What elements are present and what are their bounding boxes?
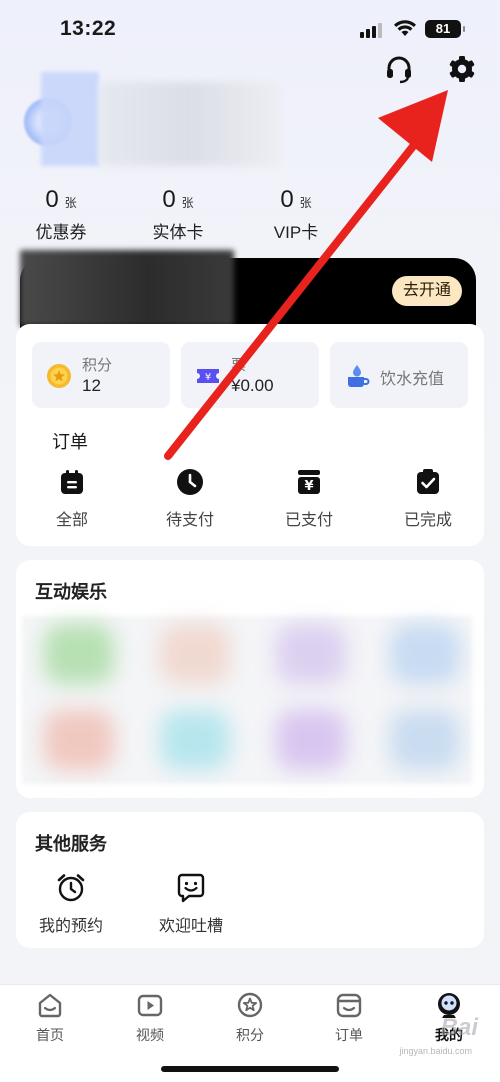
- entertainment-title: 互动娱乐: [35, 582, 107, 602]
- home-indicator[interactable]: [161, 1066, 339, 1072]
- order-paid[interactable]: ¥ 已支付: [269, 468, 349, 530]
- game-thumbnail[interactable]: [276, 624, 346, 684]
- order-label: 已完成: [403, 512, 452, 529]
- vip-activate-button[interactable]: 去开通: [391, 276, 462, 306]
- order-label: 全部: [55, 512, 88, 529]
- chat-smile-icon: [177, 873, 205, 903]
- orders-title: 订单: [52, 432, 88, 452]
- check-calendar-icon: [417, 469, 439, 494]
- points-icon: [237, 992, 263, 1018]
- stat-physical-cards[interactable]: 0张 实体卡: [133, 186, 223, 243]
- watermark-url: jingyan.baidu.com: [399, 1046, 472, 1056]
- game-thumbnail[interactable]: [276, 710, 346, 770]
- orders-card: 积分 12 ¥ 票 ¥0.00 饮水充值 订单 全部 待支付 ¥ 已支付 已完成: [16, 324, 484, 546]
- tab-points[interactable]: 积分: [215, 991, 285, 1045]
- game-thumbnail[interactable]: [160, 624, 230, 684]
- other-services-card: 其他服务 我的预约 欢迎吐槽: [16, 812, 484, 948]
- tab-label: 首页: [36, 1027, 64, 1043]
- stat-unit: 张: [64, 196, 77, 210]
- game-thumbnail[interactable]: [160, 710, 230, 770]
- status-time: 13:22: [60, 17, 117, 40]
- service-label: 我的预约: [38, 918, 103, 935]
- water-recharge-tile[interactable]: 饮水充值: [330, 342, 468, 408]
- tab-label: 积分: [236, 1027, 264, 1043]
- status-bar: 13:22 81: [0, 0, 500, 58]
- order-icon: [336, 993, 362, 1018]
- stat-label: 优惠券: [35, 223, 87, 242]
- tab-label: 视频: [136, 1027, 164, 1043]
- game-thumbnail[interactable]: [390, 624, 460, 684]
- watermark: Bai: [440, 1014, 478, 1041]
- stat-unit: 张: [181, 196, 194, 210]
- order-label: 待支付: [165, 512, 214, 529]
- stat-label: 实体卡: [152, 223, 204, 242]
- stat-coupons[interactable]: 0张 优惠券: [16, 186, 106, 243]
- order-pending-payment[interactable]: 待支付: [150, 468, 230, 530]
- signal-icon: [360, 22, 384, 38]
- vip-banner-blurred-text: [20, 250, 234, 326]
- stat-number: 0: [45, 186, 59, 213]
- profile-header[interactable]: [24, 72, 284, 168]
- points-tile[interactable]: 积分 12: [32, 342, 170, 408]
- service-feedback[interactable]: 欢迎吐槽: [146, 872, 236, 936]
- stat-number: 0: [280, 186, 294, 213]
- tab-label: 订单: [335, 1027, 363, 1043]
- stat-number: 0: [162, 186, 176, 213]
- stat-label: VIP卡: [273, 223, 319, 242]
- game-thumbnail[interactable]: [44, 710, 114, 770]
- order-all[interactable]: 全部: [32, 468, 112, 530]
- home-icon: [38, 993, 62, 1018]
- tile-value: ¥0.00: [231, 376, 274, 395]
- entertainment-card: 互动娱乐: [16, 560, 484, 798]
- game-thumbnail[interactable]: [44, 624, 114, 684]
- clock-icon: [177, 469, 203, 495]
- alarm-clock-icon: [57, 874, 85, 902]
- tile-title: 票: [231, 357, 247, 374]
- services-title: 其他服务: [35, 834, 107, 854]
- svg-text:¥: ¥: [304, 479, 313, 494]
- video-icon: [137, 994, 163, 1017]
- tile-title: 饮水充值: [380, 371, 445, 388]
- calendar-icon: [61, 470, 83, 494]
- svg-text:¥: ¥: [205, 372, 211, 383]
- order-completed[interactable]: 已完成: [388, 468, 468, 530]
- ticket-icon: ¥: [197, 369, 219, 383]
- stat-vip-cards[interactable]: 0张 VIP卡: [251, 186, 341, 243]
- settings-gear-icon[interactable]: [447, 54, 477, 84]
- battery-indicator: 81: [425, 20, 465, 38]
- game-thumbnail[interactable]: [390, 710, 460, 770]
- headset-icon[interactable]: [384, 54, 414, 84]
- tile-title: 积分: [82, 357, 113, 374]
- water-cup-icon: [348, 365, 370, 387]
- ticket-tile[interactable]: ¥ 票 ¥0.00: [181, 342, 319, 408]
- entertainment-grid-blurred[interactable]: [22, 616, 472, 784]
- account-stats: 0张 优惠券 0张 实体卡 0张 VIP卡: [0, 186, 500, 246]
- order-label: 已支付: [284, 512, 333, 529]
- tab-home[interactable]: 首页: [15, 991, 85, 1045]
- service-my-reservations[interactable]: 我的预约: [26, 872, 116, 936]
- stat-unit: 张: [299, 196, 312, 210]
- yen-box-icon: ¥: [298, 470, 320, 494]
- avatar-blur-overlay: [41, 72, 99, 166]
- service-label: 欢迎吐槽: [158, 918, 223, 935]
- wifi-icon: [394, 20, 416, 36]
- tab-orders[interactable]: 订单: [314, 991, 384, 1045]
- username-blurred: [100, 82, 280, 166]
- tile-value: 12: [82, 376, 101, 395]
- tab-video[interactable]: 视频: [115, 991, 185, 1045]
- coin-icon: [47, 364, 71, 388]
